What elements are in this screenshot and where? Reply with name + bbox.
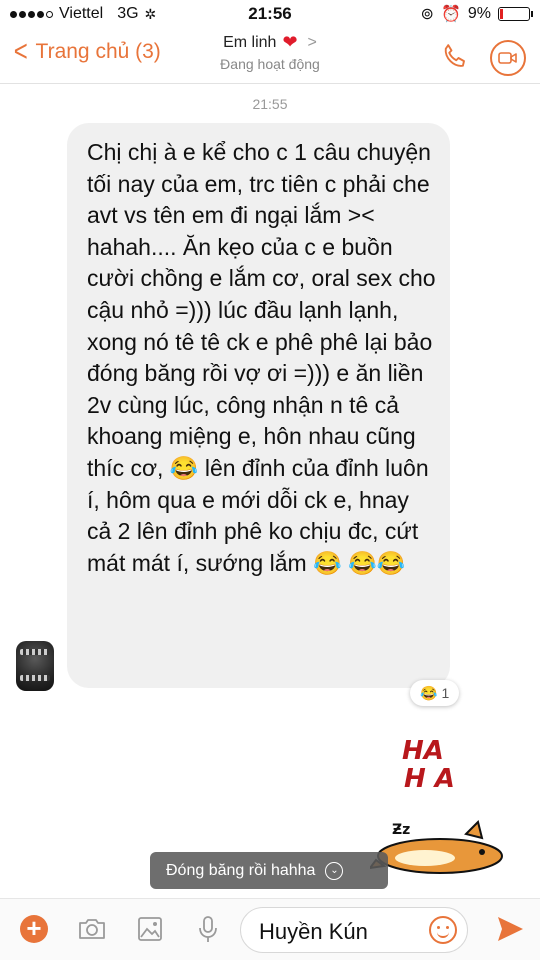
video-call-button[interactable] <box>490 40 526 76</box>
status-bar: Viettel 3G ✲ 21:56 ⊚ ⏰ 9% <box>0 0 540 28</box>
contact-name: Em linh <box>223 33 277 51</box>
message-input-text: Huyền Kún <box>259 919 368 944</box>
battery-label: 9% <box>467 5 491 22</box>
reaction-badge[interactable]: 😂 1 <box>410 680 460 706</box>
message-composer: + Huyền Kún <box>0 898 540 960</box>
fox-sticker[interactable]: Ƶz <box>370 820 510 880</box>
message-timestamp: 21:55 <box>252 96 288 112</box>
video-icon <box>498 52 517 64</box>
image-icon[interactable] <box>134 913 166 945</box>
status-right: ⊚ ⏰ 9% <box>420 4 533 24</box>
send-icon[interactable] <box>494 913 526 945</box>
microphone-icon[interactable] <box>192 913 224 945</box>
conversation-header: < Trang chủ (3) Em linh ❤ > Đang hoạt động <box>0 28 540 84</box>
message-text: Chị chị à e kể cho c 1 câu chuyện tối na… <box>87 139 436 576</box>
message-input[interactable]: Huyền Kún <box>240 907 468 953</box>
sticker-ha-line2: H A <box>404 764 455 794</box>
call-button[interactable] <box>440 42 470 72</box>
sticker-ha-line1: HA <box>402 736 444 766</box>
emoji-icon[interactable] <box>429 916 457 944</box>
message-preview-toast[interactable]: Đóng băng rồi hahha ⌄ <box>150 852 388 889</box>
plus-icon[interactable]: + <box>20 915 48 943</box>
contact-avatar[interactable] <box>16 641 54 691</box>
phone-icon <box>444 44 465 67</box>
alarm-icon: ⏰ <box>440 6 461 23</box>
svg-text:Ƶz: Ƶz <box>392 822 410 838</box>
toast-text: Đóng băng rồi hahha <box>166 861 316 879</box>
battery-icon <box>498 7 533 21</box>
chevron-down-icon: ⌄ <box>325 861 344 880</box>
reaction-count: 1 <box>441 685 450 701</box>
battery-fill <box>500 9 503 19</box>
chevron-right-icon: > <box>307 33 317 51</box>
contact-name-row: Em linh ❤ > <box>223 32 317 53</box>
lock-rotation-icon: ⊚ <box>420 6 434 23</box>
laughing-emoji-icon: 😂 <box>420 684 438 701</box>
heart-icon: ❤ <box>282 32 298 52</box>
camera-icon[interactable] <box>76 913 108 945</box>
message-bubble[interactable]: Chị chị à e kể cho c 1 câu chuyện tối na… <box>67 123 450 688</box>
